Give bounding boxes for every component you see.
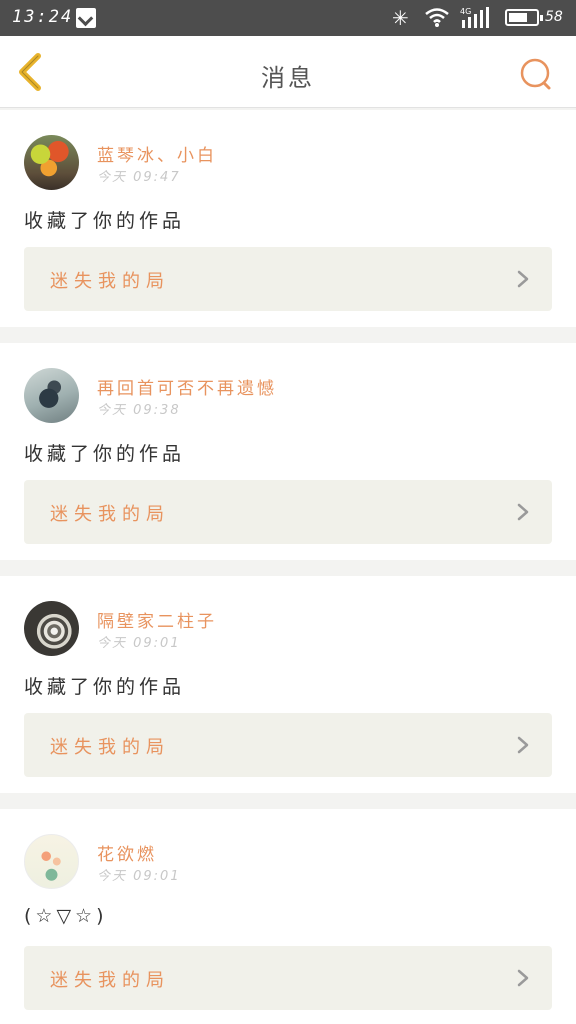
avatar[interactable] (24, 135, 79, 190)
message-card: 再回首可否不再遗憾 今天 09:38 收藏了你的作品 迷失我的局 (0, 343, 576, 560)
chevron-right-icon (517, 503, 529, 521)
username[interactable]: 花欲燃 (97, 840, 157, 865)
work-link[interactable]: 迷失我的局 (24, 247, 552, 311)
message-card: 花欲燃 今天 09:01 (☆▽☆) 迷失我的局 (0, 809, 576, 1024)
battery-level: 58 (545, 9, 563, 25)
work-title: 迷失我的局 (50, 504, 170, 525)
network-type: 4G (460, 7, 471, 16)
signal-icon: 4G (460, 7, 489, 28)
work-link[interactable]: 迷失我的局 (24, 713, 552, 777)
message-text: 收藏了你的作品 (24, 210, 186, 232)
download-notification-icon (76, 8, 96, 28)
work-title: 迷失我的局 (50, 970, 170, 991)
work-link[interactable]: 迷失我的局 (24, 480, 552, 544)
work-title: 迷失我的局 (50, 737, 170, 758)
message-text: 收藏了你的作品 (24, 676, 186, 698)
battery-icon (505, 9, 543, 26)
avatar[interactable] (24, 834, 79, 889)
avatar[interactable] (24, 368, 79, 423)
message-text: 收藏了你的作品 (24, 443, 186, 465)
username[interactable]: 再回首可否不再遗憾 (97, 374, 277, 399)
message-card: 隔壁家二柱子 今天 09:01 收藏了你的作品 迷失我的局 (0, 576, 576, 793)
avatar[interactable] (24, 601, 79, 656)
timestamp: 今天 09:47 (97, 170, 181, 185)
message-text: (☆▽☆) (24, 905, 108, 927)
chevron-right-icon (517, 270, 529, 288)
timestamp: 今天 09:01 (97, 636, 181, 651)
work-title: 迷失我的局 (50, 271, 170, 292)
wifi-icon (425, 8, 449, 27)
chevron-right-icon (517, 736, 529, 754)
chevron-right-icon (517, 969, 529, 987)
header-bar: 消息 (0, 36, 576, 108)
timestamp: 今天 09:38 (97, 403, 181, 418)
status-time: 13:24 (12, 7, 74, 27)
message-card: 蓝琴冰、小白 今天 09:47 收藏了你的作品 迷失我的局 (0, 110, 576, 327)
username[interactable]: 蓝琴冰、小白 (97, 141, 217, 166)
work-link[interactable]: 迷失我的局 (24, 946, 552, 1010)
bluetooth-icon: ✳ (392, 6, 409, 30)
search-icon[interactable] (518, 56, 554, 92)
username[interactable]: 隔壁家二柱子 (97, 607, 217, 632)
page-title: 消息 (261, 64, 315, 92)
timestamp: 今天 09:01 (97, 869, 181, 884)
status-bar: 13:24 ✳ 4G 58 (0, 0, 576, 36)
